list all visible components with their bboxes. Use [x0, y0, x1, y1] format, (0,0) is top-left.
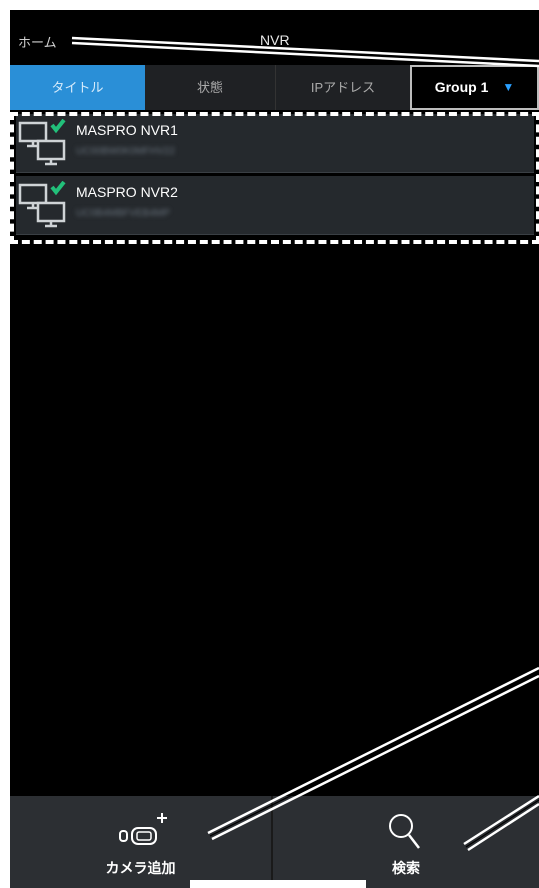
add-camera-button[interactable]: カメラ追加: [10, 796, 273, 888]
device-list: MASPRO NVR1 UC00BW0K0MFHV22 MASPRO NVR2 …: [10, 112, 539, 244]
add-camera-label: カメラ追加: [105, 860, 176, 876]
group-select[interactable]: Group 1 ▼: [410, 65, 539, 110]
search-label: 検索: [392, 860, 420, 876]
group-select-value: Group 1: [434, 79, 489, 95]
search-button[interactable]: 検索: [273, 796, 539, 888]
search-icon: [389, 814, 420, 849]
header: ホーム NVR: [10, 10, 539, 65]
tab-ip-address[interactable]: IPアドレス: [276, 65, 410, 110]
tab-title[interactable]: タイトル: [10, 65, 145, 110]
highlight-frame: [10, 112, 539, 244]
bottom-mark: [190, 880, 366, 888]
add-camera-icon: [119, 813, 167, 845]
bottom-toolbar: カメラ追加 検索: [10, 796, 539, 888]
app-screen: ホーム NVR タイトル 状態 IPアドレス Group 1 ▼ MASPRO …: [10, 10, 539, 888]
dropdown-arrow-icon: ▼: [502, 80, 515, 94]
home-link[interactable]: ホーム: [18, 32, 57, 51]
column-tab-bar: タイトル 状態 IPアドレス Group 1 ▼: [10, 65, 539, 110]
tab-status[interactable]: 状態: [145, 65, 276, 110]
page-title: NVR: [260, 32, 290, 48]
